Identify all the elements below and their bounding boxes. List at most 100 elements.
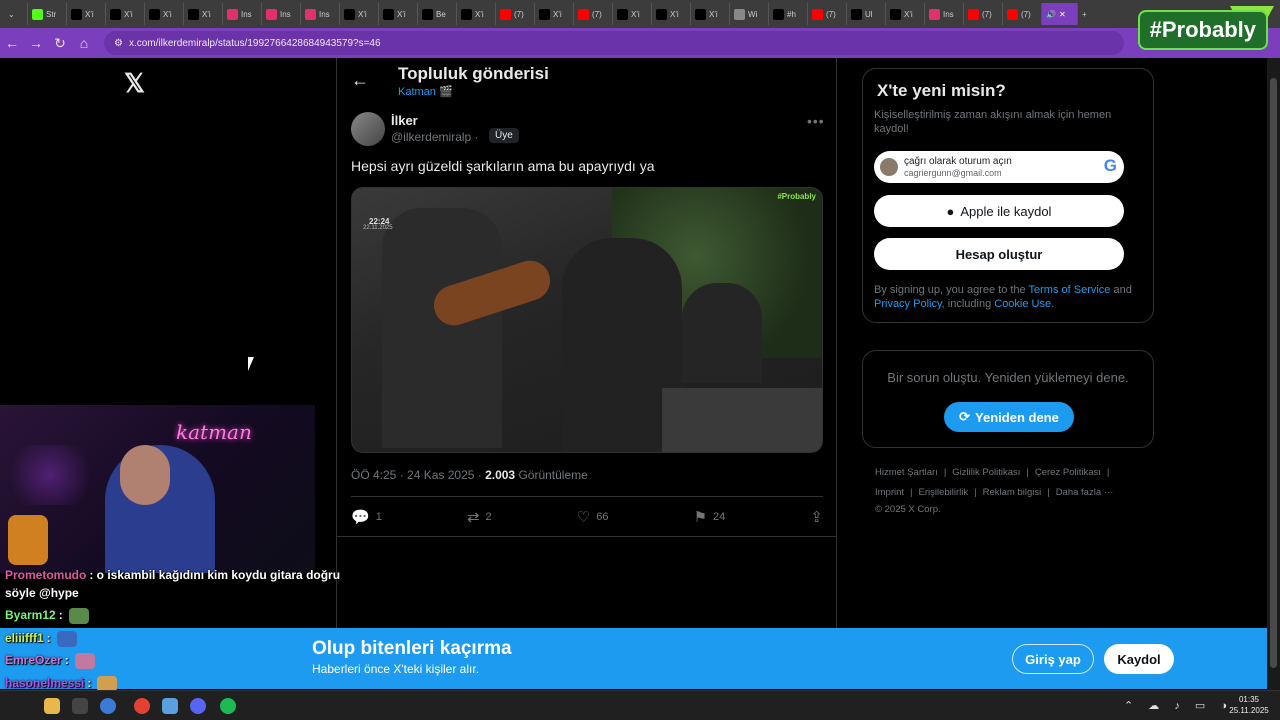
- browser-tab[interactable]: X'i: [652, 3, 691, 25]
- like-button[interactable]: ♡ 66: [577, 508, 609, 526]
- browser-tab[interactable]: X'i: [379, 3, 418, 25]
- forward-nav-icon[interactable]: →: [24, 31, 48, 55]
- footer-link[interactable]: Daha fazla ···: [1056, 487, 1114, 498]
- footer-link[interactable]: Reklam bilgisi: [983, 487, 1042, 498]
- streamer-webcam: katman: [0, 405, 315, 573]
- banner-subtitle: Haberleri önce X'teki kişiler alır.: [312, 662, 480, 676]
- browser-tab[interactable]: X'i: [613, 3, 652, 25]
- tab-label: Ins: [280, 9, 291, 19]
- chat-username: hasonelmessi: [5, 676, 85, 691]
- x-icon: [890, 8, 901, 20]
- register-button[interactable]: Kaydol: [1104, 644, 1174, 674]
- taskbar-clock[interactable]: 01:35 25.11.2025: [1222, 694, 1276, 716]
- browser-tab[interactable]: (7): [496, 3, 535, 25]
- video-date: 22.11.2025: [363, 225, 393, 231]
- tab-label: (7): [982, 9, 992, 19]
- browser-tab[interactable]: X'i: [184, 3, 223, 25]
- tweet-timestamp[interactable]: ÖÖ 4:25 · 24 Kas 2025 ·: [351, 468, 485, 482]
- streamer-head: [120, 445, 170, 505]
- error-message: Bir sorun oluştu. Yeniden yüklemeyi dene…: [887, 370, 1129, 385]
- browser-tab[interactable]: (7): [808, 3, 847, 25]
- youtube-icon: [1007, 8, 1018, 20]
- youtube-icon: [968, 8, 979, 20]
- discord-icon[interactable]: [190, 698, 206, 714]
- apple-signup-button[interactable]: ● Apple ile kaydol: [874, 195, 1124, 227]
- privacy-policy-link[interactable]: Privacy Policy: [874, 298, 942, 310]
- tab-label: X'i: [397, 9, 406, 19]
- browser-tab[interactable]: X'i: [106, 3, 145, 25]
- footer-link[interactable]: Çerez Politikası: [1035, 467, 1101, 478]
- browser-tab[interactable]: Ul: [847, 3, 886, 25]
- browser-tab[interactable]: X'i: [67, 3, 106, 25]
- browser-tab[interactable]: Wi: [730, 3, 769, 25]
- active-browser-tab[interactable]: 🔊 ✕: [1042, 3, 1078, 25]
- share-button[interactable]: ⇪: [810, 508, 823, 526]
- chat-message: Prometomudo: o iskambil kağıdını kim koy…: [5, 568, 340, 582]
- browser-tab[interactable]: Str: [28, 3, 67, 25]
- author-handle[interactable]: @ilkerdemiralp ·: [391, 130, 479, 144]
- reply-button[interactable]: 💬 1: [351, 508, 382, 526]
- browser-tab[interactable]: Ins: [925, 3, 964, 25]
- cookie-use-link[interactable]: Cookie Use: [994, 298, 1051, 310]
- back-nav-icon[interactable]: ←: [0, 31, 24, 55]
- retweet-count: 2: [485, 511, 492, 523]
- page-scrollbar[interactable]: [1267, 58, 1280, 690]
- browser-tab[interactable]: (7): [964, 3, 1003, 25]
- like-count: 66: [596, 511, 609, 523]
- browser-tab[interactable]: X'i: [457, 3, 496, 25]
- chrome-icon[interactable]: [134, 698, 150, 714]
- browser-tab[interactable]: X'i: [340, 3, 379, 25]
- browser-tab[interactable]: X'i: [535, 3, 574, 25]
- footer-link[interactable]: Hizmet Şartları: [875, 467, 938, 478]
- browser-tab[interactable]: (7): [574, 3, 613, 25]
- browser-tab[interactable]: X'i: [691, 3, 730, 25]
- browser-tab[interactable]: Ins: [223, 3, 262, 25]
- tweet-meta: ÖÖ 4:25 · 24 Kas 2025 · 2.003 Görüntülem…: [351, 468, 588, 482]
- edit-icon[interactable]: [162, 698, 178, 714]
- browser-icon[interactable]: [100, 698, 116, 714]
- spotify-icon[interactable]: [220, 698, 236, 714]
- back-arrow-icon[interactable]: ←: [351, 70, 369, 91]
- community-link[interactable]: Katman 🎬: [398, 85, 453, 98]
- terminal-icon[interactable]: [72, 698, 88, 714]
- new-tab-button[interactable]: +: [1078, 3, 1098, 25]
- footer-link[interactable]: Gizlilik Politikası: [952, 467, 1020, 478]
- more-options-icon[interactable]: •••: [807, 113, 825, 129]
- browser-tab[interactable]: #h: [769, 3, 808, 25]
- create-account-button[interactable]: Hesap oluştur: [874, 238, 1124, 270]
- system-tray[interactable]: ⌃ ☁ ♪ ▭ ◑: [1124, 699, 1233, 712]
- file-explorer-icon[interactable]: [44, 698, 60, 714]
- browser-tab[interactable]: Be: [418, 3, 457, 25]
- browser-tab[interactable]: (7): [1003, 3, 1042, 25]
- browser-tab[interactable]: X'i: [886, 3, 925, 25]
- retry-button[interactable]: ⟳ Yeniden dene: [944, 402, 1074, 432]
- page-title: Topluluk gönderisi: [398, 64, 549, 83]
- browser-tab[interactable]: Ins: [262, 3, 301, 25]
- retweet-button[interactable]: ⇄ 2: [467, 508, 492, 526]
- reload-icon[interactable]: ↻: [48, 31, 72, 55]
- tab-label: X'i: [85, 9, 94, 19]
- tweet-column: ← Topluluk gönderisi Katman 🎬 İlker @ilk…: [337, 58, 837, 628]
- browser-tab[interactable]: X'i: [145, 3, 184, 25]
- author-avatar[interactable]: [351, 112, 385, 146]
- bookmark-button[interactable]: ⚑ 24: [694, 508, 726, 526]
- browser-tab[interactable]: Ins: [301, 3, 340, 25]
- author-name[interactable]: İlker: [391, 113, 418, 128]
- footer-link[interactable]: Erişilebilirlik: [919, 487, 969, 498]
- site-info-icon[interactable]: ⚙: [114, 38, 123, 49]
- scrollbar-thumb[interactable]: [1270, 78, 1277, 668]
- tab-label: (7): [592, 9, 602, 19]
- home-icon[interactable]: ⌂: [72, 31, 96, 55]
- tweet-video[interactable]: 22:24 22.11.2025 #Probably: [351, 187, 823, 453]
- probably-overlay-badge: #Probably: [1139, 12, 1266, 48]
- tab-menu-chevron-icon[interactable]: ⌄: [4, 3, 28, 25]
- footer-link[interactable]: Imprint: [875, 487, 904, 498]
- x-logo-icon[interactable]: 𝕏: [124, 68, 145, 99]
- address-bar[interactable]: ⚙ x.com/ilkerdemiralp/status/19927664286…: [104, 31, 1124, 55]
- google-signin-button[interactable]: çağrı olarak oturum açın cagriergunn@gma…: [874, 151, 1124, 183]
- x-icon: [71, 8, 82, 20]
- footer-separator: |: [974, 487, 977, 498]
- close-icon[interactable]: ✕: [1059, 10, 1066, 19]
- login-button[interactable]: Giriş yap: [1012, 644, 1094, 674]
- terms-of-service-link[interactable]: Terms of Service: [1029, 284, 1111, 296]
